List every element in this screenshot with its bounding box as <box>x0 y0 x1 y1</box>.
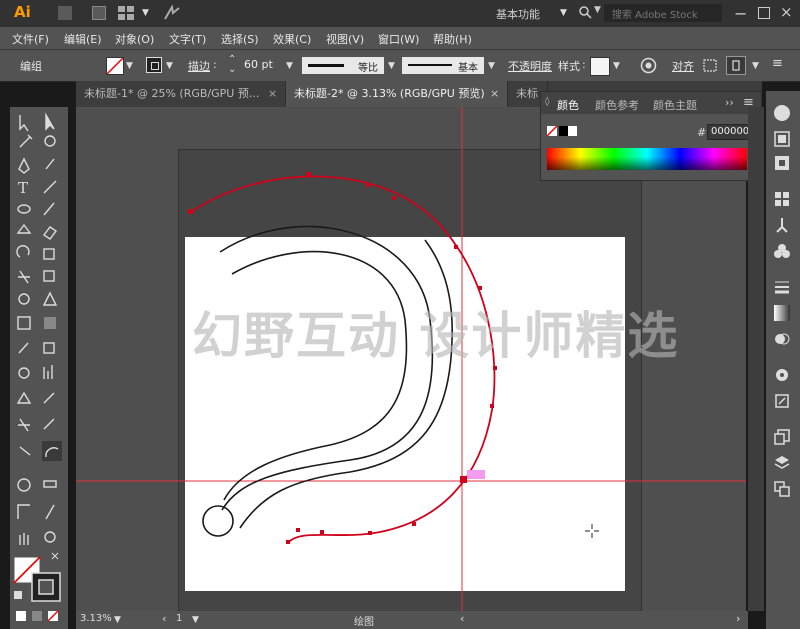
crosshair-cursor-icon <box>585 524 599 538</box>
status-mode[interactable]: 绘图 <box>354 613 374 628</box>
swatches-icon[interactable] <box>774 191 792 209</box>
brushes-icon[interactable] <box>774 217 792 235</box>
color-spectrum[interactable] <box>547 148 747 170</box>
smart-guide-label <box>467 470 485 479</box>
zoom-level[interactable]: 3.13% <box>80 613 112 624</box>
watermark-text: 幻野互动 设计师精选 <box>192 307 680 365</box>
layers-icon[interactable] <box>774 455 792 473</box>
symbols-icon[interactable] <box>774 243 792 261</box>
panel-collapse-icon[interactable]: ◊ <box>545 97 549 107</box>
stroke-panel-icon[interactable] <box>774 279 792 297</box>
hex-value: 000000 <box>711 126 750 137</box>
color-panel: ◊ 颜色 颜色参考 颜色主题 ›› ≡ # 000000 <box>540 91 762 181</box>
black-swatch[interactable] <box>559 126 568 136</box>
links-icon[interactable] <box>774 481 792 499</box>
magic-wand-tool-icon[interactable] <box>14 135 34 155</box>
tab-color-themes[interactable]: 颜色主题 <box>653 97 697 113</box>
none-swatch[interactable] <box>547 126 557 136</box>
pencil-tool-icon[interactable] <box>40 157 60 177</box>
zoom-tool-icon[interactable] <box>40 531 60 551</box>
gradient-icon[interactable] <box>774 305 792 323</box>
chevron-down-icon[interactable]: ▼ <box>114 615 121 625</box>
panel-dock <box>766 91 800 629</box>
scroll-right-icon[interactable]: › <box>736 612 740 625</box>
status-bar: 3.13% ▼ ‹ 1 ▼ 绘图 ‹ › <box>76 611 748 629</box>
end-circle[interactable] <box>202 505 234 537</box>
inner-stroke-path[interactable] <box>219 225 434 511</box>
stroke-color-icon[interactable] <box>32 573 60 601</box>
scroll-left-icon[interactable]: ‹ <box>460 612 464 625</box>
lasso-tool-icon[interactable] <box>40 135 60 155</box>
line-tool-icon[interactable] <box>40 179 60 199</box>
transparency-icon[interactable] <box>774 331 792 349</box>
white-swatch[interactable] <box>568 126 577 136</box>
tools-panel: T <box>10 107 68 629</box>
color-panel-icon[interactable] <box>774 105 790 121</box>
paintbrush-tool-icon[interactable] <box>40 201 60 221</box>
hand-tool-icon[interactable] <box>14 531 34 551</box>
appearance-icon[interactable] <box>774 367 792 385</box>
graphic-styles-icon[interactable] <box>774 393 792 411</box>
pen-tool-icon[interactable] <box>14 157 34 177</box>
color-guide-icon[interactable] <box>774 131 792 149</box>
curvature-tool-icon[interactable] <box>40 441 60 461</box>
panel-tab-strip: ◊ 颜色 颜色参考 颜色主题 ›› ≡ <box>541 92 761 114</box>
tab-color[interactable]: 颜色 <box>557 97 579 113</box>
outer-stroke-path[interactable] <box>239 239 453 529</box>
inner-stroke-path-2[interactable] <box>223 250 408 501</box>
type-tool-icon[interactable] <box>14 179 34 199</box>
tab-color-guide[interactable]: 颜色参考 <box>595 97 639 113</box>
artboards-icon[interactable] <box>774 429 792 447</box>
color-themes-icon[interactable] <box>774 155 792 173</box>
selection-tool-icon[interactable] <box>14 113 34 133</box>
hex-label: # <box>697 126 707 139</box>
hex-input[interactable]: 000000 <box>707 124 749 140</box>
direct-selection-tool-icon[interactable] <box>40 113 60 133</box>
expand-panel-icon[interactable]: ›› <box>725 96 734 109</box>
artboard-number[interactable]: 1 <box>176 613 182 624</box>
prev-artboard-icon[interactable]: ‹ <box>162 612 166 625</box>
chevron-down-icon[interactable]: ▼ <box>192 615 199 625</box>
ellipse-tool-icon[interactable] <box>14 201 34 221</box>
vertical-scrollbar[interactable] <box>748 107 764 611</box>
